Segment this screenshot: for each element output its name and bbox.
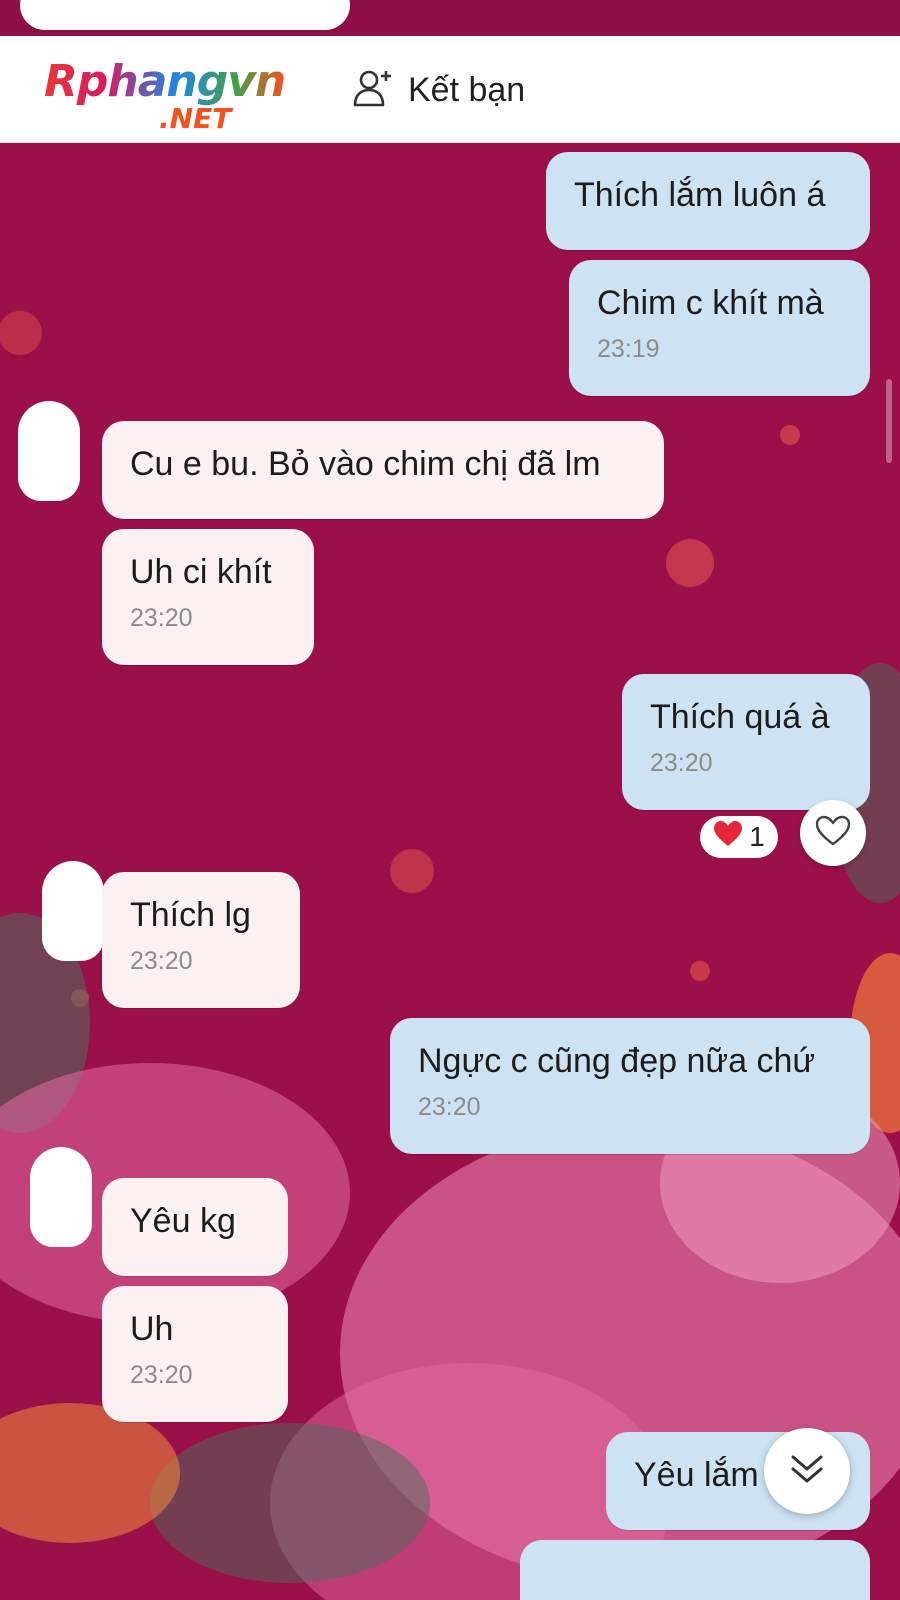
reaction-count: 1	[749, 821, 765, 852]
message-text: Chim c khít mà	[597, 284, 824, 322]
like-button[interactable]	[800, 800, 866, 866]
message-text: Cu e bu. Bỏ vào chim chị đã lm	[130, 445, 601, 483]
scrollbar[interactable]	[886, 379, 892, 463]
message-bubble-incoming[interactable]: Uh 23:20	[102, 1286, 288, 1422]
message-text: Thích lg	[130, 896, 251, 934]
watermark-logo: Rphangvn .NET	[44, 56, 314, 138]
logo-sub-text: .NET	[159, 102, 232, 135]
status-bar	[0, 0, 900, 36]
chat-area[interactable]: Thích lắm luôn á Chim c khít mà 23:19 Cu…	[0, 143, 900, 1600]
add-user-icon	[352, 67, 394, 114]
double-chevron-down-icon	[787, 1449, 827, 1494]
redaction-smudge	[20, 0, 350, 30]
message-time: 23:20	[130, 1361, 193, 1389]
message-text: Uh	[130, 1310, 174, 1348]
message-bubble-outgoing[interactable]: Ngực c cũng đẹp nữa chứ 23:20	[390, 1018, 870, 1154]
message-bubble-incoming[interactable]: Yêu kg	[102, 1178, 288, 1276]
message-text: Uh ci khít	[130, 553, 272, 591]
message-text: Thích quá à	[650, 698, 830, 736]
add-friend-button[interactable]: Kết bạn	[352, 68, 525, 112]
message-bubble-outgoing[interactable]: Chim c khít mà 23:19	[569, 260, 870, 396]
message-bubble-incoming[interactable]: Uh ci khít 23:20	[102, 529, 314, 665]
message-bubble-outgoing[interactable]: Thích lắm luôn á	[546, 152, 870, 250]
message-time: 23:20	[130, 947, 193, 975]
message-bubble-incoming[interactable]: Cu e bu. Bỏ vào chim chị đã lm	[102, 421, 664, 519]
message-bubble-incoming[interactable]: Thích lg 23:20	[102, 872, 300, 1008]
add-friend-label: Kết bạn	[408, 70, 526, 109]
avatar	[30, 1147, 92, 1247]
message-bubble-outgoing[interactable]: Thích quá à 23:20	[622, 674, 870, 810]
message-bubble-outgoing-partial[interactable]	[520, 1540, 870, 1600]
avatar	[18, 401, 80, 501]
message-text: Thích lắm luôn á	[574, 176, 826, 214]
logo-main-text: Rphangvn	[44, 56, 286, 107]
message-text: Ngực c cũng đẹp nữa chứ	[418, 1042, 816, 1080]
scroll-to-bottom-button[interactable]	[764, 1428, 850, 1514]
message-time: 23:20	[418, 1093, 481, 1121]
heart-reaction-icon	[713, 820, 743, 855]
message-time: 23:20	[130, 604, 193, 632]
heart-icon	[815, 815, 851, 852]
message-time: 23:20	[650, 749, 713, 777]
avatar	[42, 861, 104, 961]
chat-header: Rphangvn .NET Kết bạn	[0, 36, 900, 143]
message-time: 23:19	[597, 335, 660, 363]
reaction-badge[interactable]: 1	[700, 816, 778, 858]
message-text: Yêu kg	[130, 1202, 236, 1240]
